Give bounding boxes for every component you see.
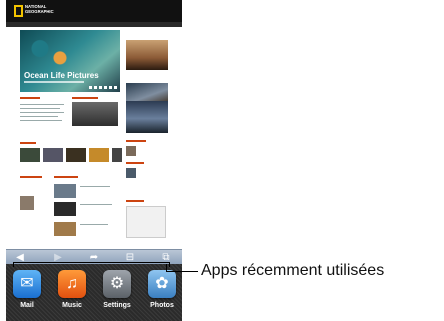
callout-label: Apps récemment utilisées (201, 262, 385, 279)
mail-icon[interactable]: ✉ (13, 270, 41, 298)
video-thumb[interactable] (66, 148, 86, 162)
photos-icon[interactable]: ✿ (148, 270, 176, 298)
phone-screen: NATIONAL GEOGRAPHIC Ocean Life Pictures (6, 0, 182, 321)
video-thumb[interactable] (43, 148, 63, 162)
site-nav[interactable] (6, 22, 182, 27)
callout-leader-elbow (166, 264, 171, 272)
settings-icon[interactable]: ⚙ (103, 270, 131, 298)
brand-name: NATIONAL GEOGRAPHIC (25, 4, 54, 14)
news-thumb[interactable] (72, 102, 118, 126)
news-heading (20, 97, 40, 99)
editor-thumb[interactable] (54, 202, 76, 216)
videos-heading (20, 142, 36, 144)
tv-heading (72, 97, 98, 99)
carousel-dots[interactable] (89, 86, 117, 89)
sidebar-photo[interactable] (126, 101, 168, 133)
recent-apps-tray: ✉ Mail ♫ Music ⚙ Settings ✿ Photos (6, 264, 182, 321)
editor-thumb[interactable] (54, 184, 76, 198)
hero-caption (24, 81, 84, 83)
poll-box[interactable] (126, 206, 166, 238)
events-heading (126, 162, 144, 164)
site-header: NATIONAL GEOGRAPHIC (6, 0, 182, 22)
app-label: Mail (20, 302, 34, 309)
video-thumb[interactable] (112, 148, 122, 162)
music-icon[interactable]: ♫ (58, 270, 86, 298)
text-line (20, 120, 62, 121)
travel-thumb[interactable] (126, 146, 136, 156)
video-thumb[interactable] (20, 148, 40, 162)
app-label: Photos (150, 302, 174, 309)
national-geographic-logo[interactable] (14, 5, 23, 17)
hero-image[interactable]: Ocean Life Pictures (20, 30, 120, 92)
text-line (80, 186, 110, 187)
app-photos[interactable]: ✿ Photos (145, 270, 179, 310)
text-line (20, 104, 64, 105)
editor-thumb[interactable] (54, 222, 76, 236)
app-label: Music (62, 302, 82, 309)
photo-of-the-day[interactable] (126, 40, 168, 70)
editors-heading (54, 176, 78, 178)
hero-title[interactable]: Ocean Life Pictures (24, 72, 99, 80)
app-mail[interactable]: ✉ Mail (10, 270, 44, 310)
community-thumb[interactable] (20, 196, 34, 210)
text-line (20, 112, 64, 113)
featured-video[interactable] (126, 83, 168, 103)
text-line (80, 224, 108, 225)
travel-heading (126, 140, 146, 142)
app-settings[interactable]: ⚙ Settings (100, 270, 134, 310)
app-music[interactable]: ♫ Music (55, 270, 89, 310)
app-label: Settings (103, 302, 131, 309)
poll-heading (126, 200, 144, 202)
text-line (20, 108, 60, 109)
video-thumb[interactable] (89, 148, 109, 162)
community-heading (20, 176, 42, 178)
web-page[interactable]: NATIONAL GEOGRAPHIC Ocean Life Pictures (6, 0, 182, 249)
callout-bracket (13, 262, 170, 267)
text-line (80, 204, 112, 205)
text-line (20, 116, 58, 117)
callout-leader-line (170, 271, 198, 272)
events-thumb[interactable] (126, 168, 136, 178)
